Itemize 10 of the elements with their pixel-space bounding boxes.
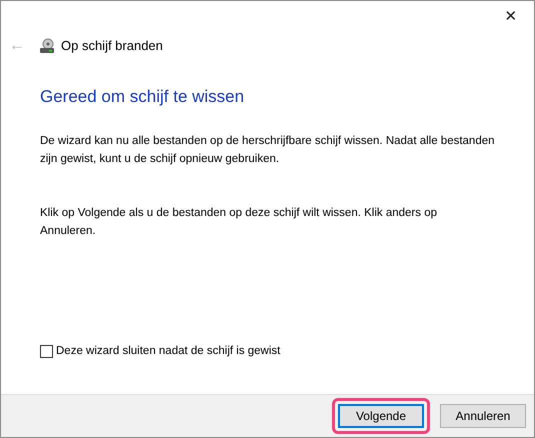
wizard-button[interactable]: Annuleren bbox=[440, 404, 526, 428]
description-text: De wizard kan nu alle bestanden op de herschrijfbare schijf wissen. Nadat alle bestanden zijn gewist, kunt u de schijf opnieuw gebruiken. bbox=[40, 134, 495, 166]
close-button[interactable]: ✕ bbox=[488, 1, 534, 33]
page-heading: Gereed om schijf te wissen bbox=[40, 86, 246, 108]
close-wizard-checkbox[interactable] bbox=[40, 344, 53, 358]
wizard-title: Op schijf branden bbox=[61, 37, 163, 56]
instruction-text: Klik op Volgende als u de bestanden op deze schijf wilt wissen. Klik anders op Annuleren. bbox=[40, 206, 438, 238]
checkbox-label: Deze wizard sluiten nadat de schijf is gewist bbox=[56, 344, 280, 359]
wizard-button[interactable]: Volgende bbox=[338, 404, 424, 428]
disk-drive-icon bbox=[39, 38, 55, 54]
